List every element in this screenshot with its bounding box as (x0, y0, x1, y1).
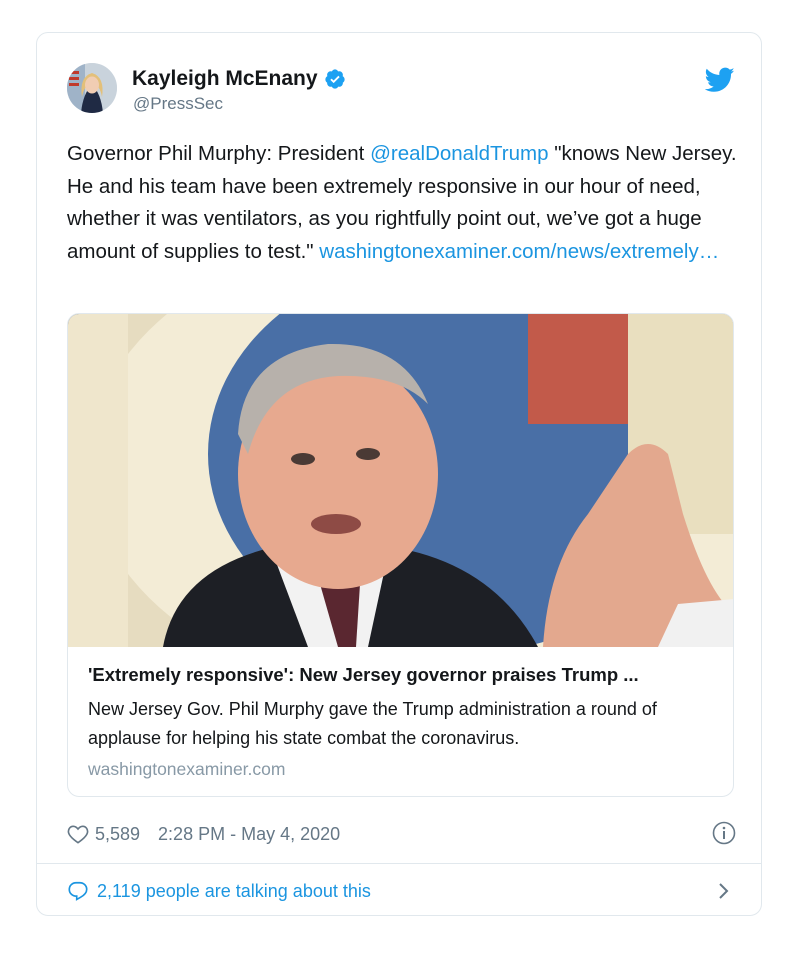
tweet-meta-row: 5,589 2:28 PM - May 4, 2020 (67, 819, 736, 849)
divider (37, 863, 761, 864)
link-preview-card[interactable]: 'Extremely responsive': New Jersey gover… (67, 313, 734, 797)
link-card-title: 'Extremely responsive': New Jersey gover… (88, 664, 639, 685)
author-name[interactable]: Kayleigh McEnany (132, 66, 318, 92)
author-name-row: Kayleigh McEnany (132, 66, 346, 92)
tweet-timestamp[interactable]: 2:28 PM - May 4, 2020 (158, 824, 340, 845)
avatar[interactable] (67, 63, 117, 113)
comment-bubble-icon (68, 881, 88, 901)
article-url-link[interactable]: washingtonexaminer.com/news/extremely… (319, 240, 719, 263)
link-card-description: New Jersey Gov. Phil Murphy gave the Tru… (88, 699, 657, 748)
link-card-domain: washingtonexaminer.com (88, 759, 286, 779)
twitter-bird-icon[interactable] (705, 67, 735, 93)
link-card-text: 'Extremely responsive': New Jersey gover… (88, 662, 718, 780)
mention-link[interactable]: @realDonaldTrump (370, 142, 548, 165)
article-photo (68, 314, 733, 647)
avatar-image (67, 63, 117, 113)
tweet-text-intro: Governor Phil Murphy: President (67, 142, 371, 165)
conversation-link[interactable]: 2,119 people are talking about this (67, 873, 734, 909)
author-handle[interactable]: @PressSec (133, 94, 223, 114)
like-count[interactable]: 5,589 (95, 824, 140, 845)
tweet-embed-card: Kayleigh McEnany @PressSec Governor Phil… (36, 32, 762, 916)
verified-badge-icon (324, 69, 345, 89)
info-icon[interactable] (712, 821, 736, 845)
conversation-count-text: 2,119 people are talking about this (97, 880, 371, 901)
heart-icon[interactable] (67, 824, 89, 844)
tweet-text: Governor Phil Murphy: President @realDon… (67, 138, 737, 268)
chevron-right-icon (719, 883, 729, 899)
tweet-header: Kayleigh McEnany @PressSec (37, 33, 761, 133)
